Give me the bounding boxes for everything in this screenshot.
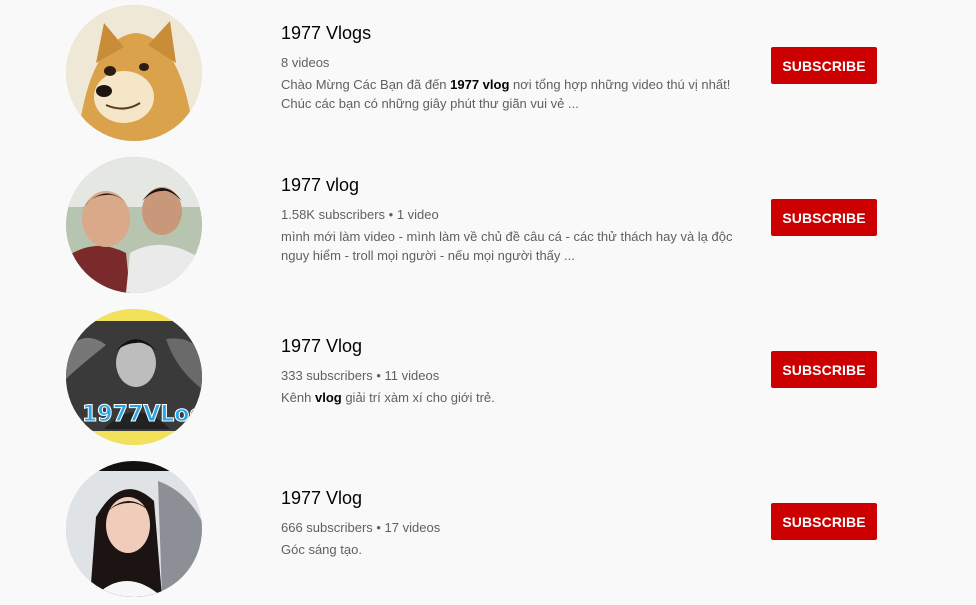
channel-row[interactable]: 1977 vlog 1.58K subscribers • 1 video mì… — [0, 156, 976, 296]
channel-avatar[interactable]: 1977VLog — [66, 309, 202, 445]
two-men-selfie-avatar-icon — [66, 157, 202, 293]
channel-info: 1977 Vlog 333 subscribers • 11 videos Kê… — [281, 334, 751, 407]
channel-row[interactable]: 1977 Vlog 666 subscribers • 17 videos Gó… — [0, 460, 976, 600]
channel-description: Chào Mừng Các Bạn đã đến 1977 vlog nơi t… — [281, 77, 731, 111]
channel-title[interactable]: 1977 Vlog — [281, 486, 751, 510]
channel-title[interactable]: 1977 Vlogs — [281, 21, 751, 45]
channel-meta: 333 subscribers • 11 videos — [281, 368, 440, 383]
channel-description: Góc sáng tạo. — [281, 542, 362, 557]
channel-info: 1977 Vlogs 8 videos Chào Mừng Các Bạn đã… — [281, 21, 751, 113]
channel-info: 1977 Vlog 666 subscribers • 17 videos Gó… — [281, 486, 751, 559]
subscribe-button[interactable]: SUBSCRIBE — [771, 351, 877, 388]
channel-description: Kênh vlog giải trí xàm xí cho giới trẻ. — [281, 390, 495, 405]
avatar-logo-text: 1977VLog — [82, 402, 202, 427]
channel-meta: 8 videos — [281, 55, 330, 70]
channel-title[interactable]: 1977 vlog — [281, 173, 751, 197]
shiba-dog-avatar-icon — [66, 5, 202, 141]
channel-avatar[interactable] — [66, 5, 202, 141]
channel-avatar[interactable] — [66, 157, 202, 293]
1977-vlog-logo-avatar-icon: 1977VLog — [66, 309, 202, 445]
subscribe-button[interactable]: SUBSCRIBE — [771, 503, 877, 540]
girl-portrait-avatar-icon — [66, 461, 202, 597]
channel-description: mình mới làm video - mình làm về chủ đề … — [281, 229, 733, 263]
channel-title[interactable]: 1977 Vlog — [281, 334, 751, 358]
channel-avatar[interactable] — [66, 461, 202, 597]
channel-meta: 666 subscribers • 17 videos — [281, 520, 441, 535]
channel-info: 1977 vlog 1.58K subscribers • 1 video mì… — [281, 173, 751, 265]
subscribe-button[interactable]: SUBSCRIBE — [771, 47, 877, 84]
subscribe-button[interactable]: SUBSCRIBE — [771, 199, 877, 236]
channel-row[interactable]: 1977 Vlogs 8 videos Chào Mừng Các Bạn đã… — [0, 4, 976, 144]
channel-row[interactable]: 1977VLog 1977 Vlog 333 subscribers • 11 … — [0, 308, 976, 448]
channel-meta: 1.58K subscribers • 1 video — [281, 207, 439, 222]
